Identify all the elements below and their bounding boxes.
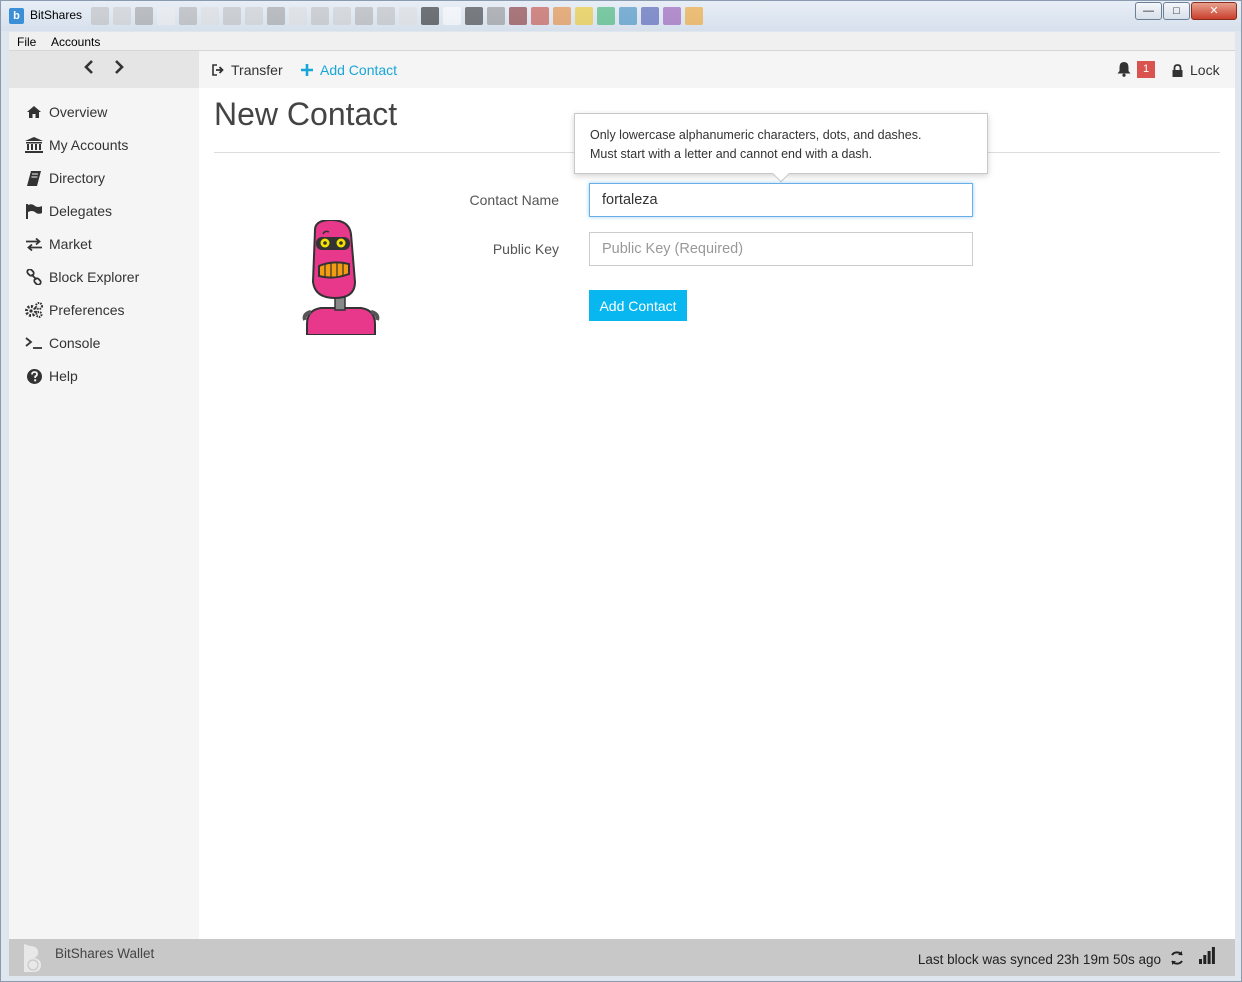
maximize-button[interactable]: □ bbox=[1163, 2, 1190, 20]
book-icon bbox=[25, 169, 43, 187]
contact-name-input[interactable] bbox=[589, 183, 973, 217]
back-arrow-icon[interactable] bbox=[79, 59, 99, 79]
sidebar-item-label: Block Explorer bbox=[49, 269, 140, 285]
app-area: Overview My Accounts Directory Delegates… bbox=[9, 51, 1235, 976]
lock-button[interactable]: Lock bbox=[1170, 62, 1220, 78]
terminal-icon bbox=[25, 334, 43, 352]
add-contact-button[interactable]: Add Contact bbox=[589, 290, 687, 321]
refresh-icon[interactable] bbox=[1169, 950, 1185, 966]
sidebar-item-label: Preferences bbox=[49, 302, 125, 318]
page-title: New Contact bbox=[214, 96, 398, 132]
main-content: New Contact Only lowercase alphanumeric … bbox=[199, 88, 1235, 939]
notification-badge[interactable]: 1 bbox=[1137, 61, 1156, 78]
contact-name-label: Contact Name bbox=[469, 192, 559, 208]
bitshares-logo-icon bbox=[21, 942, 43, 974]
add-contact-link[interactable]: Add Contact bbox=[300, 62, 397, 78]
sign-out-icon bbox=[211, 63, 225, 77]
robot-avatar bbox=[301, 218, 381, 336]
gears-icon bbox=[25, 301, 43, 319]
link-icon bbox=[25, 268, 43, 286]
tooltip-arrow bbox=[772, 165, 790, 183]
sidebar-item-label: Delegates bbox=[49, 203, 113, 219]
title-bar: b BitShares — □ ✕ bbox=[1, 1, 1241, 31]
sidebar-item-label: My Accounts bbox=[49, 137, 129, 153]
menu-file[interactable]: File bbox=[17, 35, 36, 49]
sidebar: Overview My Accounts Directory Delegates… bbox=[9, 51, 199, 939]
public-key-label: Public Key bbox=[492, 241, 559, 257]
minimize-button[interactable]: — bbox=[1135, 2, 1162, 20]
bank-icon bbox=[25, 136, 43, 154]
sidebar-item-market[interactable]: Market bbox=[9, 233, 199, 266]
sidebar-item-preferences[interactable]: Preferences bbox=[9, 299, 199, 332]
menu-accounts[interactable]: Accounts bbox=[51, 35, 100, 49]
transfer-link[interactable]: Transfer bbox=[211, 62, 283, 78]
sidebar-item-delegates[interactable]: Delegates bbox=[9, 200, 199, 233]
lock-label: Lock bbox=[1190, 62, 1220, 78]
plus-icon bbox=[300, 63, 314, 77]
menu-bar: File Accounts bbox=[9, 32, 1235, 51]
app-window: b BitShares — □ ✕ File Accounts Overview… bbox=[0, 0, 1242, 982]
exchange-icon bbox=[25, 235, 43, 253]
public-key-input[interactable] bbox=[589, 232, 973, 266]
window-title: BitShares bbox=[30, 8, 83, 22]
sidebar-item-my-accounts[interactable]: My Accounts bbox=[9, 134, 199, 167]
bell-icon[interactable] bbox=[1117, 61, 1131, 77]
sidebar-item-overview[interactable]: Overview bbox=[9, 101, 199, 134]
transfer-label: Transfer bbox=[231, 62, 283, 78]
home-icon bbox=[25, 103, 43, 121]
sidebar-item-label: Console bbox=[49, 335, 101, 351]
background-palette-decoration bbox=[91, 7, 703, 27]
sidebar-item-block-explorer[interactable]: Block Explorer bbox=[9, 266, 199, 299]
close-button[interactable]: ✕ bbox=[1191, 2, 1237, 20]
tooltip-line-2: Must start with a letter and cannot end … bbox=[590, 147, 873, 161]
sidebar-item-help[interactable]: Help bbox=[9, 365, 199, 398]
history-nav bbox=[9, 51, 199, 88]
status-bar: BitShares Wallet Last block was synced 2… bbox=[9, 939, 1235, 976]
sidebar-nav: Overview My Accounts Directory Delegates… bbox=[9, 101, 199, 398]
sidebar-item-console[interactable]: Console bbox=[9, 332, 199, 365]
window-controls: — □ ✕ bbox=[1134, 2, 1237, 20]
sidebar-item-label: Help bbox=[49, 368, 78, 384]
validation-tooltip: Only lowercase alphanumeric characters, … bbox=[574, 113, 988, 183]
sidebar-item-directory[interactable]: Directory bbox=[9, 167, 199, 200]
signal-strength-icon bbox=[1199, 947, 1215, 964]
question-icon bbox=[25, 367, 43, 385]
add-contact-label: Add Contact bbox=[320, 62, 398, 78]
sidebar-item-label: Directory bbox=[49, 170, 106, 186]
sidebar-item-label: Market bbox=[49, 236, 92, 252]
tooltip-line-1: Only lowercase alphanumeric characters, … bbox=[590, 128, 922, 142]
sync-status: Last block was synced 23h 19m 50s ago bbox=[917, 952, 1161, 967]
sidebar-item-label: Overview bbox=[49, 104, 108, 120]
top-toolbar: Transfer Add Contact 1 Lock bbox=[199, 51, 1235, 88]
bitshares-app-icon: b bbox=[9, 8, 24, 24]
forward-arrow-icon[interactable] bbox=[109, 59, 129, 79]
lock-icon bbox=[1170, 63, 1184, 77]
flag-icon bbox=[25, 202, 43, 220]
footer-brand: BitShares Wallet bbox=[55, 946, 155, 961]
